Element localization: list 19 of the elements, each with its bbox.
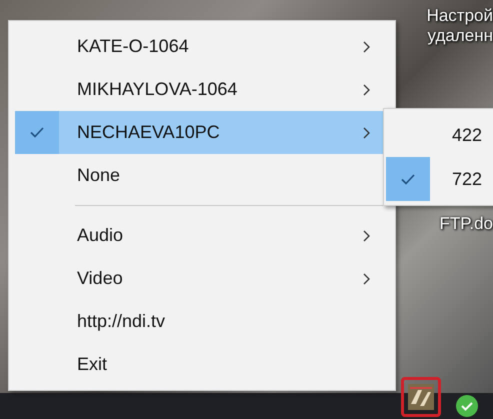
menu-item[interactable]: Exit [15,343,389,386]
desktop-icon-label[interactable]: Настрой [426,6,493,26]
chevron-right-icon [363,230,371,242]
chevron-right-icon [363,40,371,52]
menu-item[interactable]: 422 [386,113,493,157]
menu-item[interactable]: Audio [15,214,389,257]
menu-item[interactable]: MIKHAYLOVA-1064 [15,68,389,111]
chevron-right-icon [363,272,371,284]
menu-item[interactable]: 722 [386,157,493,201]
chevron-right-icon [363,126,371,138]
tray-app-icon[interactable] [408,384,434,410]
checkmark-icon [30,127,44,138]
menu-item[interactable]: http://ndi.tv [15,300,389,343]
chevron-right-icon [363,84,371,96]
menu-item[interactable]: Video [15,257,389,300]
desktop-icon-label[interactable]: удаленн [428,26,493,46]
checkmark-icon [401,174,415,184]
status-check-icon[interactable] [455,394,479,418]
menu-item[interactable]: KATE-O-1064 [15,25,389,68]
